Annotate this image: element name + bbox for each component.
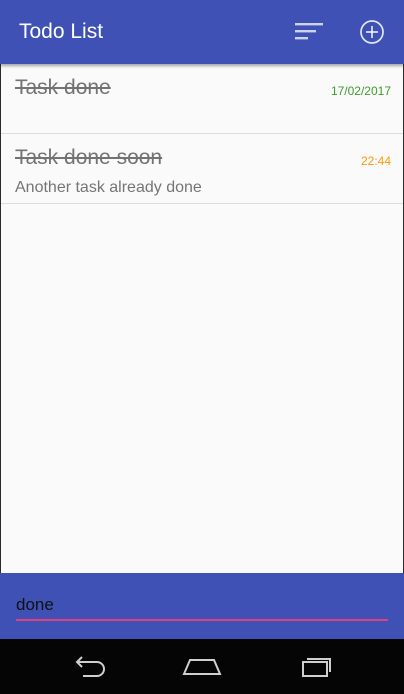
back-button[interactable] bbox=[64, 649, 114, 683]
app-title: Todo List bbox=[19, 20, 104, 43]
task-description: Another task already done bbox=[15, 179, 202, 196]
task-item[interactable]: Task done 17/02/2017 bbox=[1, 64, 403, 134]
task-list: Task done 17/02/2017 Task done soon 22:4… bbox=[0, 64, 404, 573]
search-bar bbox=[0, 573, 404, 639]
task-title: Task done soon bbox=[15, 146, 163, 169]
system-nav-bar bbox=[0, 639, 404, 694]
sort-button[interactable] bbox=[291, 14, 327, 50]
add-task-button[interactable] bbox=[354, 14, 390, 50]
sort-icon bbox=[295, 23, 323, 40]
home-button[interactable] bbox=[177, 649, 227, 683]
add-circle-icon bbox=[360, 20, 384, 44]
back-icon bbox=[75, 656, 105, 677]
search-input[interactable] bbox=[16, 591, 388, 621]
phone-screen: Todo List Task done 17/02/2017 Task done… bbox=[0, 0, 404, 694]
task-item[interactable]: Task done soon 22:44 Another task alread… bbox=[1, 134, 403, 204]
task-date: 22:44 bbox=[360, 154, 391, 168]
recents-button[interactable] bbox=[290, 649, 340, 683]
home-icon bbox=[182, 659, 222, 675]
recents-icon bbox=[302, 658, 331, 677]
task-date: 17/02/2017 bbox=[330, 84, 391, 98]
task-title: Task done bbox=[15, 76, 111, 99]
app-bar: Todo List bbox=[0, 0, 404, 64]
